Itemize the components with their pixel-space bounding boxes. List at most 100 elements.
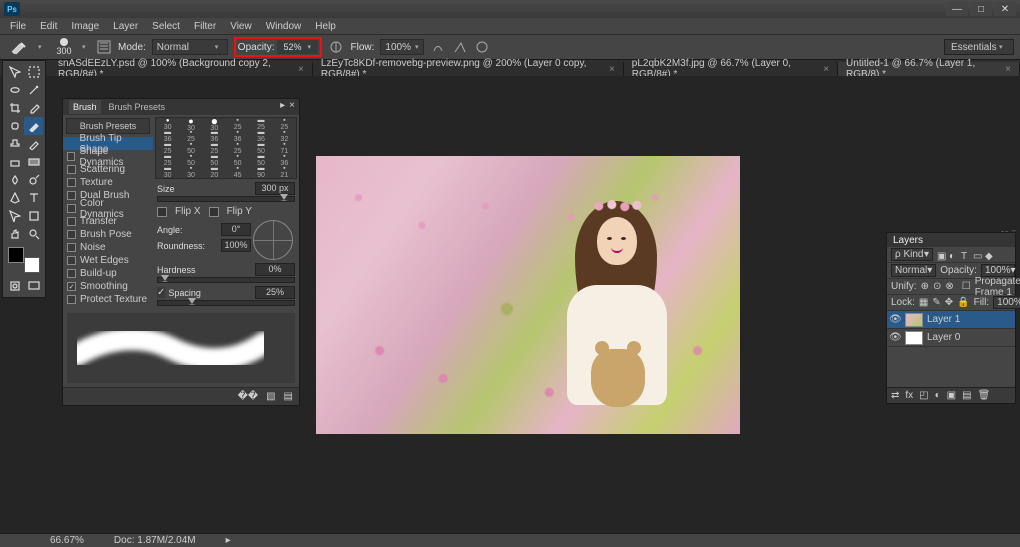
menu-layer[interactable]: Layer bbox=[113, 21, 138, 32]
doc-tab-2[interactable]: LzEyTc8KDf-removebg-preview.png @ 200% (… bbox=[313, 62, 624, 76]
flipy-checkbox[interactable] bbox=[209, 207, 219, 217]
spacing-checkbox[interactable]: ✓ bbox=[157, 287, 165, 298]
marquee-tool[interactable] bbox=[24, 63, 43, 81]
close-icon[interactable]: × bbox=[1005, 64, 1011, 75]
eraser-tool[interactable] bbox=[5, 153, 24, 171]
doc-tab-1[interactable]: snASdEEzLY.psd @ 100% (Background copy 2… bbox=[50, 62, 313, 76]
roundness-value[interactable]: 100% bbox=[221, 239, 251, 252]
hardness-slider[interactable] bbox=[157, 277, 295, 283]
layer-name[interactable]: Layer 0 bbox=[927, 332, 960, 343]
checkbox[interactable] bbox=[67, 204, 76, 213]
visibility-icon[interactable]: 👁 bbox=[889, 332, 901, 343]
lasso-tool[interactable] bbox=[5, 81, 24, 99]
filter-kind[interactable]: ρ Kind▾ bbox=[891, 248, 933, 261]
brush-tip[interactable]: ▪30 bbox=[179, 166, 202, 178]
brush-tip[interactable]: ▪21 bbox=[273, 166, 296, 178]
lock-trans-icon[interactable]: ▦ bbox=[919, 297, 928, 308]
shape-tool[interactable] bbox=[24, 207, 43, 225]
checkbox[interactable] bbox=[67, 165, 76, 174]
layer-name[interactable]: Layer 1 bbox=[927, 314, 960, 325]
toggle-preview-icon[interactable]: �� bbox=[238, 391, 259, 402]
dodge-tool[interactable] bbox=[24, 171, 43, 189]
brush-option-protect-texture[interactable]: Protect Texture bbox=[63, 293, 153, 306]
brush-tip[interactable]: ▬30 bbox=[156, 166, 179, 178]
zoom-level[interactable]: 66.67% bbox=[50, 535, 84, 546]
opacity-field[interactable]: 52% ▾ bbox=[277, 40, 318, 54]
close-button[interactable]: ✕ bbox=[994, 2, 1016, 16]
tab-brush[interactable]: Brush bbox=[69, 100, 101, 114]
doc-tab-4[interactable]: Untitled-1 @ 66.7% (Layer 1, RGB/8) *× bbox=[838, 62, 1020, 76]
lock-pixels-icon[interactable]: ✎ bbox=[932, 297, 940, 308]
filter-pixel-icon[interactable]: ▣ bbox=[937, 251, 945, 259]
close-icon[interactable]: × bbox=[823, 64, 829, 75]
checkbox[interactable] bbox=[67, 178, 76, 187]
brush-tip-grid[interactable]: ●30●30●30▪25▬25▪25▬36▪25▬36▪36▬36▪32▬25▪… bbox=[155, 117, 297, 179]
new-brush-icon[interactable]: ▧ bbox=[266, 391, 275, 402]
flipx-checkbox[interactable] bbox=[157, 207, 167, 217]
status-arrow-icon[interactable]: ▸ bbox=[226, 535, 231, 546]
document-canvas[interactable] bbox=[316, 156, 740, 434]
chevron-down-icon[interactable]: ▾ bbox=[38, 43, 46, 51]
brush-tip[interactable]: ▪45 bbox=[226, 166, 249, 178]
brush-tool[interactable] bbox=[24, 117, 43, 135]
lock-pos-icon[interactable]: ✥ bbox=[945, 297, 953, 308]
stamp-tool[interactable] bbox=[5, 135, 24, 153]
brush-option-noise[interactable]: Noise bbox=[63, 241, 153, 254]
filter-shape-icon[interactable]: ▭ bbox=[973, 251, 981, 259]
menu-select[interactable]: Select bbox=[152, 21, 180, 32]
tool-preset-picker[interactable] bbox=[6, 38, 32, 56]
doc-size[interactable]: Doc: 1.87M/2.04M bbox=[114, 535, 196, 546]
menu-edit[interactable]: Edit bbox=[40, 21, 57, 32]
layer-row[interactable]: 👁 Layer 0 bbox=[887, 329, 1015, 347]
close-icon[interactable]: × bbox=[609, 64, 615, 75]
brush-option-shape-dynamics[interactable]: Shape Dynamics bbox=[63, 150, 153, 163]
lock-all-icon[interactable]: 🔒 bbox=[957, 297, 969, 308]
doc-tab-3[interactable]: pL2qbK2M3f.jpg @ 66.7% (Layer 0, RGB/8#)… bbox=[624, 62, 838, 76]
color-swatches[interactable] bbox=[8, 247, 40, 273]
adjustment-icon[interactable]: ◐ bbox=[935, 390, 941, 401]
size-slider[interactable] bbox=[157, 196, 295, 202]
tablet-pressure-icon[interactable] bbox=[474, 39, 490, 55]
fx-icon[interactable]: fx bbox=[905, 390, 913, 401]
brush-option-brush-pose[interactable]: Brush Pose bbox=[63, 228, 153, 241]
brush-option-wet-edges[interactable]: Wet Edges bbox=[63, 254, 153, 267]
maximize-button[interactable]: □ bbox=[970, 2, 992, 16]
filter-adjust-icon[interactable]: ◐ bbox=[949, 251, 957, 259]
propagate-check[interactable]: ☐ bbox=[962, 281, 971, 292]
layer-thumbnail[interactable] bbox=[905, 313, 923, 327]
new-layer-icon[interactable]: ▤ bbox=[962, 390, 971, 401]
checkbox[interactable] bbox=[67, 230, 76, 239]
wand-tool[interactable] bbox=[24, 81, 43, 99]
quickmask-toggle[interactable] bbox=[5, 277, 24, 295]
brush-option-build-up[interactable]: Build-up bbox=[63, 267, 153, 280]
brush-tip[interactable]: ▬90 bbox=[249, 166, 272, 178]
path-tool[interactable] bbox=[5, 207, 24, 225]
screen-mode[interactable] bbox=[24, 277, 43, 295]
brush-option-smoothing[interactable]: ✓Smoothing bbox=[63, 280, 153, 293]
move-tool[interactable] bbox=[5, 63, 24, 81]
chevron-down-icon[interactable]: ▾ bbox=[82, 43, 90, 51]
brush-preview-icon[interactable] bbox=[60, 38, 68, 46]
checkbox[interactable] bbox=[67, 256, 76, 265]
layer-row[interactable]: 👁 Layer 1 bbox=[887, 311, 1015, 329]
trash-icon[interactable]: ▤ bbox=[284, 391, 293, 402]
menu-image[interactable]: Image bbox=[71, 21, 99, 32]
size-value[interactable]: 300 px bbox=[255, 182, 295, 195]
menu-window[interactable]: Window bbox=[266, 21, 302, 32]
gradient-tool[interactable] bbox=[24, 153, 43, 171]
eyedropper-tool[interactable] bbox=[24, 99, 43, 117]
pen-tool[interactable] bbox=[5, 189, 24, 207]
minimize-button[interactable]: — bbox=[946, 2, 968, 16]
hardness-value[interactable]: 0% bbox=[255, 263, 295, 276]
menu-filter[interactable]: Filter bbox=[194, 21, 216, 32]
tab-brush-presets[interactable]: Brush Presets bbox=[109, 102, 166, 112]
crop-tool[interactable] bbox=[5, 99, 24, 117]
layer-fill[interactable]: 100%▾ bbox=[993, 296, 1020, 309]
checkbox[interactable]: ✓ bbox=[67, 282, 76, 291]
close-icon[interactable]: × bbox=[298, 64, 304, 75]
visibility-icon[interactable]: 👁 bbox=[889, 314, 901, 325]
collapse-icon[interactable]: ▸ bbox=[280, 100, 285, 111]
brush-option-color-dynamics[interactable]: Color Dynamics bbox=[63, 202, 153, 215]
brush-option-texture[interactable]: Texture bbox=[63, 176, 153, 189]
foreground-color[interactable] bbox=[8, 247, 24, 263]
